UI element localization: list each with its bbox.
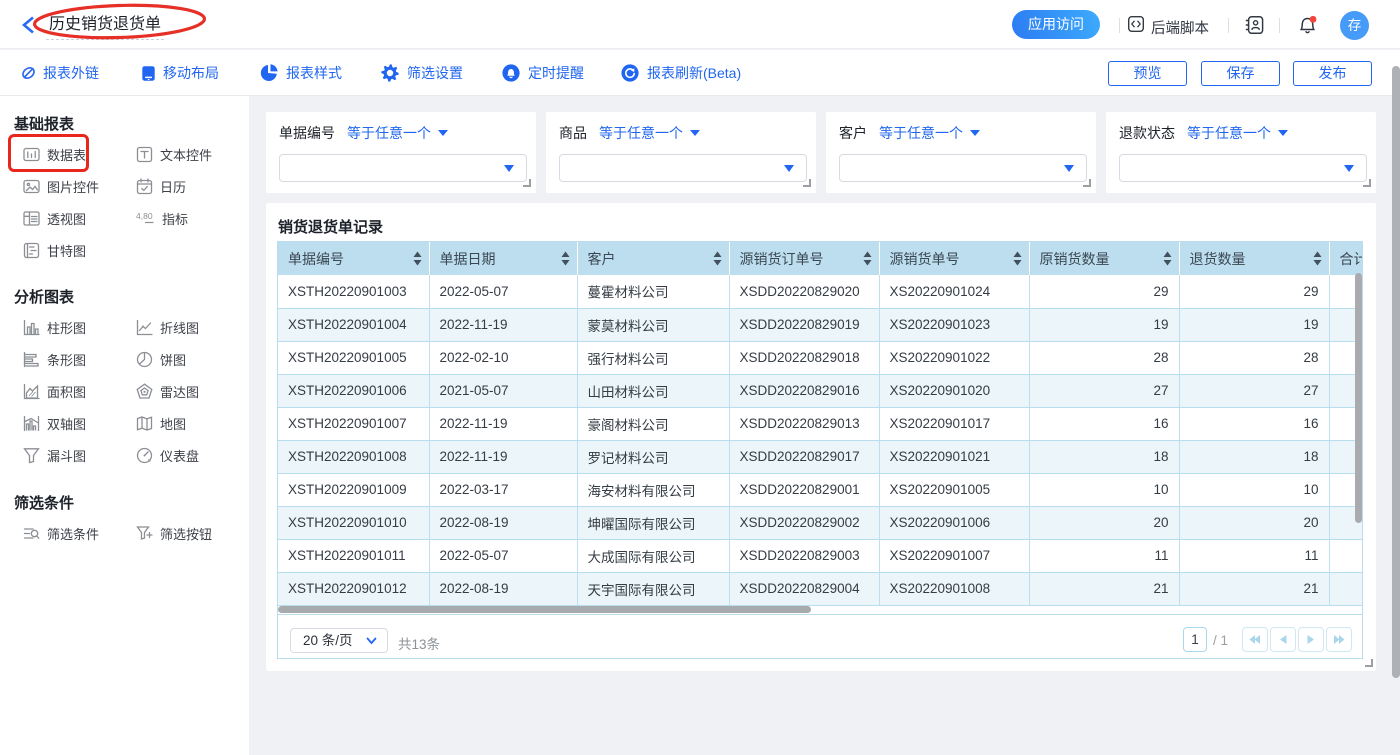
svg-text:4,80: 4,80 — [136, 211, 153, 221]
